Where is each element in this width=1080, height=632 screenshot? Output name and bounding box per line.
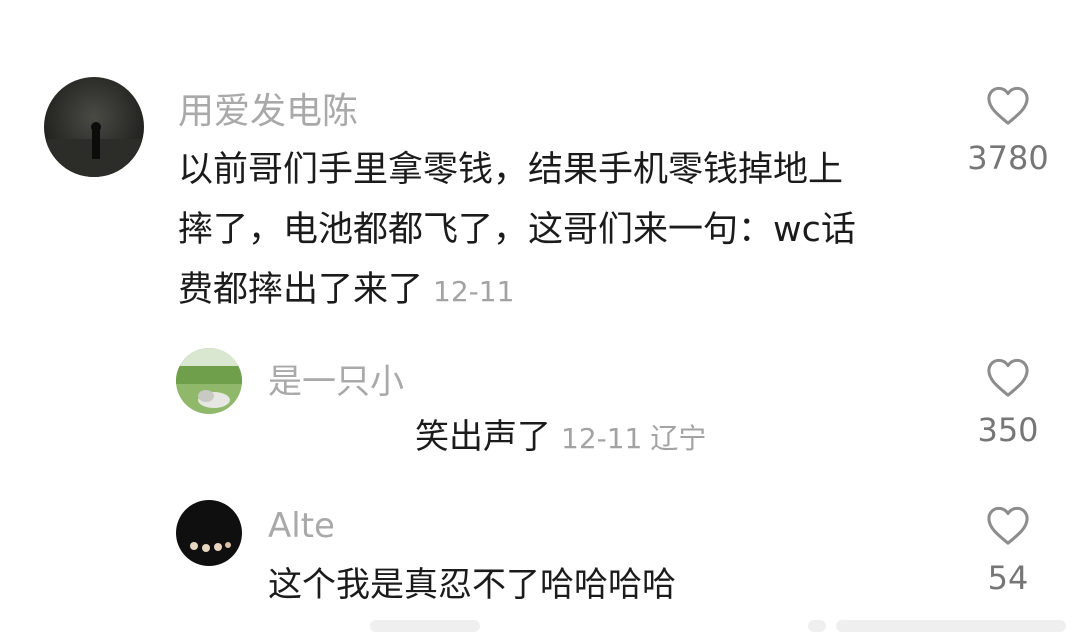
like-count: 54	[987, 559, 1029, 597]
comment-section: 用爱发电陈 以前哥们手里拿零钱，结果手机零钱掉地上 摔了，电池都都飞了，这哥们来…	[0, 0, 1080, 632]
comment-text-line: 摔了，电池都都飞了，这哥们来一句：wc话	[178, 210, 856, 250]
watermark	[370, 616, 1080, 632]
like-count: 3780	[967, 139, 1049, 177]
reply-time: 12-11	[561, 422, 643, 455]
reply-username[interactable]: Alte	[268, 506, 335, 546]
avatar[interactable]	[44, 77, 144, 177]
dark-avatar-image	[176, 500, 242, 566]
reply-username[interactable]: 是一只小	[268, 354, 404, 403]
comment-time: 12-11	[433, 275, 515, 308]
reply-item: 是一只小 笑出声了 12-11 辽宁 350	[0, 330, 1080, 480]
like-count: 350	[977, 411, 1039, 449]
green-field-avatar-image	[176, 348, 242, 414]
comment-text: 以前哥们手里拿零钱，结果手机零钱掉地上 摔了，电池都都飞了，这哥们来一句：wc话…	[178, 140, 856, 322]
like-button[interactable]: 3780	[953, 84, 1063, 174]
reply-text: 这个我是真忍不了哈哈哈哈	[268, 565, 676, 605]
comment-text-line: 以前哥们手里拿零钱，结果手机零钱掉地上	[178, 150, 844, 190]
avatar[interactable]	[176, 500, 242, 566]
heart-outline-icon	[987, 506, 1029, 545]
reply-location: 辽宁	[650, 422, 707, 455]
reply-item: Alte 这个我是真忍不了哈哈哈哈 54	[0, 480, 1080, 632]
comment-username[interactable]: 用爱发电陈	[178, 82, 358, 134]
reply-text-content: 笑出声了	[415, 417, 551, 457]
heart-outline-icon	[987, 358, 1029, 397]
comment-text-line: 费都摔出了来了 12-11	[178, 260, 856, 322]
avatar[interactable]	[176, 348, 242, 414]
reply-text: 笑出声了 12-11 辽宁	[415, 412, 706, 464]
heart-outline-icon	[987, 86, 1029, 125]
dark-landscape-avatar-image	[44, 77, 144, 177]
comment-text-line-content: 费都摔出了来了	[178, 270, 424, 310]
like-button[interactable]: 350	[953, 356, 1063, 446]
like-button[interactable]: 54	[953, 504, 1063, 594]
comment-item: 用爱发电陈 以前哥们手里拿零钱，结果手机零钱掉地上 摔了，电池都都飞了，这哥们来…	[0, 0, 1080, 330]
